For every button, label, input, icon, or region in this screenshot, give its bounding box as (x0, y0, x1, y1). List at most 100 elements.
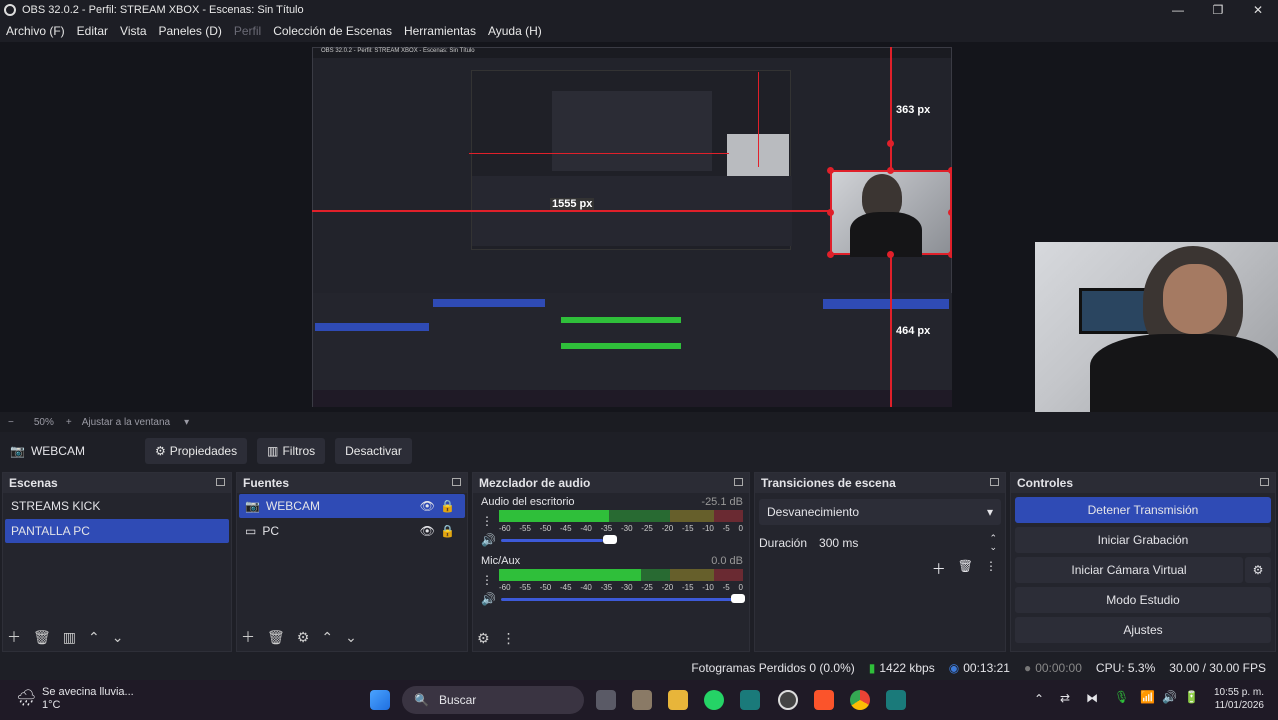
trash-icon[interactable]: 🗑 (267, 629, 285, 646)
start-recording-button[interactable]: Iniciar Grabación (1015, 527, 1271, 553)
arrow-down-icon[interactable]: ⌄ (112, 629, 124, 646)
advanced-audio-gear-icon[interactable]: ⚙ (477, 630, 490, 647)
battery-icon[interactable]: 🔋 (1184, 690, 1199, 704)
preview-canvas[interactable]: OBS 32.0.2 - Perfil: STREAM XBOX - Escen… (312, 47, 952, 407)
meter-tick-label: -30 (620, 583, 633, 592)
weather-widget[interactable]: Se avecina lluvia... 1°C (42, 686, 134, 712)
volume-icon[interactable]: 🔊 (1162, 690, 1177, 704)
task-view-icon[interactable] (596, 690, 616, 710)
weather-icon[interactable]: 🌧 (16, 688, 36, 708)
resize-handle-r[interactable] (948, 209, 952, 216)
meter-tick-label: -40 (580, 583, 592, 592)
resize-handle-t[interactable] (887, 167, 894, 174)
webcam-source-preview[interactable] (1035, 242, 1278, 412)
preview-area[interactable]: OBS 32.0.2 - Perfil: STREAM XBOX - Escen… (0, 42, 1278, 412)
lock-icon[interactable]: 🔒 (440, 499, 455, 513)
menu-editar[interactable]: Editar (77, 24, 108, 38)
speaker-icon[interactable]: 🔊 (481, 533, 501, 547)
menu-paneles[interactable]: Paneles (D) (159, 24, 222, 38)
studio-mode-button[interactable]: Modo Estudio (1015, 587, 1271, 613)
stop-stream-button[interactable]: Detener Transmisión (1015, 497, 1271, 523)
deactivate-button[interactable]: Desactivar (335, 438, 412, 464)
scene-item-streams-kick[interactable]: STREAMS KICK (5, 494, 229, 518)
gear-icon[interactable]: ⚙ (297, 629, 310, 646)
trash-icon[interactable]: 🗑 (33, 629, 51, 646)
menu-archivo[interactable]: Archivo (F) (6, 24, 65, 38)
source-item-webcam[interactable]: 📷 WEBCAM 👁 🔒 (239, 494, 465, 518)
visibility-eye-icon[interactable]: 👁 (420, 499, 435, 513)
zoom-fit-dropdown[interactable]: Ajustar a la ventana (82, 417, 170, 428)
scene-item-pantalla-pc[interactable]: PANTALLA PC (5, 519, 229, 543)
filters-button[interactable]: ▥ Filtros (257, 438, 326, 464)
spinner-arrows-icon[interactable]: ⌃ ⌄ (989, 534, 997, 552)
tray-chevron-up-icon[interactable]: ⌃ (1034, 692, 1044, 706)
volume-slider[interactable] (500, 594, 745, 604)
webcam-selection-box[interactable] (830, 170, 952, 257)
slider-knob[interactable] (730, 594, 745, 603)
arrow-up-icon[interactable]: ⌃ (321, 629, 333, 646)
start-virtual-cam-button[interactable]: Iniciar Cámara Virtual (1015, 557, 1243, 583)
undock-icon[interactable] (1260, 478, 1269, 486)
menu-coleccion-escenas[interactable]: Colección de Escenas (273, 24, 392, 38)
resize-handle-b[interactable] (887, 251, 894, 258)
menu-vista[interactable]: Vista (120, 24, 146, 38)
virtual-cam-gear-icon[interactable]: ⚙ (1245, 557, 1271, 583)
chevron-down-icon[interactable]: ▾ (184, 417, 189, 428)
widget-app-icon[interactable] (632, 690, 652, 710)
undock-icon[interactable] (452, 478, 461, 486)
whatsapp-icon[interactable] (704, 690, 724, 710)
terminal-app-icon-2[interactable] (886, 690, 906, 710)
obs-taskbar-icon[interactable] (778, 690, 798, 710)
source-item-pc[interactable]: ▭ PC 👁 🔒 (239, 519, 465, 543)
menu-herramientas[interactable]: Herramientas (404, 24, 476, 38)
wifi-icon[interactable]: 📶 (1140, 690, 1155, 704)
visibility-eye-icon[interactable]: 👁 (420, 524, 435, 538)
trash-icon[interactable]: 🗑 (958, 559, 973, 579)
kebab-menu-icon[interactable]: ⋮ (481, 573, 499, 587)
camera-icon: 📷 (245, 499, 260, 513)
slider-knob[interactable] (603, 535, 618, 544)
filter-icon[interactable]: ▥ (63, 629, 76, 646)
undock-icon[interactable] (990, 478, 999, 486)
properties-button[interactable]: ⚙ Propiedades (144, 438, 248, 464)
minimize-button[interactable]: — (1158, 0, 1198, 20)
add-scene-icon[interactable]: ＋ (7, 627, 21, 647)
volume-slider[interactable] (500, 535, 743, 545)
windows-start-icon[interactable] (370, 690, 390, 710)
zoom-out-button[interactable]: − (8, 417, 14, 428)
chrome-icon[interactable] (850, 690, 870, 710)
clock[interactable]: 10:55 p. m. 11/01/2026 (1208, 686, 1264, 712)
tray-app-icon[interactable]: ⇄ (1060, 691, 1070, 705)
person-face (1163, 264, 1227, 334)
zoom-in-button[interactable]: + (66, 417, 72, 428)
resize-handle-l[interactable] (827, 209, 834, 216)
menu-ayuda[interactable]: Ayuda (H) (488, 24, 542, 38)
add-transition-icon[interactable]: ＋ (932, 559, 946, 579)
maximize-button[interactable]: ❐ (1198, 0, 1238, 20)
terminal-app-icon[interactable] (740, 690, 760, 710)
file-explorer-icon[interactable] (668, 690, 688, 710)
arrow-up-icon[interactable]: ⌃ (88, 629, 100, 646)
settings-button[interactable]: Ajustes (1015, 617, 1271, 643)
speaker-icon[interactable]: 🔊 (481, 592, 501, 606)
arrow-down-icon[interactable]: ⌄ (345, 629, 357, 646)
tray-app-icon-2[interactable]: ⧓ (1086, 691, 1098, 705)
close-button[interactable]: ✕ (1238, 0, 1278, 20)
resize-handle-bl[interactable] (827, 251, 834, 258)
resize-handle-br[interactable] (948, 251, 952, 258)
menu-perfil[interactable]: Perfil (234, 24, 261, 38)
tray-mic-icon[interactable]: 🎙 (1114, 690, 1129, 704)
add-source-icon[interactable]: ＋ (241, 627, 255, 647)
duration-input[interactable]: 300 ms (815, 531, 1001, 555)
taskbar-search[interactable]: 🔍 Buscar (402, 686, 584, 714)
undock-icon[interactable] (216, 478, 225, 486)
resize-handle-tl[interactable] (827, 167, 834, 174)
brave-icon[interactable] (814, 690, 834, 710)
transition-select[interactable]: Desvanecimiento ▾ (759, 499, 1001, 525)
kebab-menu-icon[interactable]: ⋮ (481, 514, 499, 528)
lock-icon[interactable]: 🔒 (440, 524, 455, 538)
kebab-menu-icon[interactable]: ⋮ (502, 630, 516, 647)
kebab-menu-icon[interactable]: ⋮ (985, 559, 997, 579)
undock-icon[interactable] (734, 478, 743, 486)
resize-handle-tr[interactable] (948, 167, 952, 174)
